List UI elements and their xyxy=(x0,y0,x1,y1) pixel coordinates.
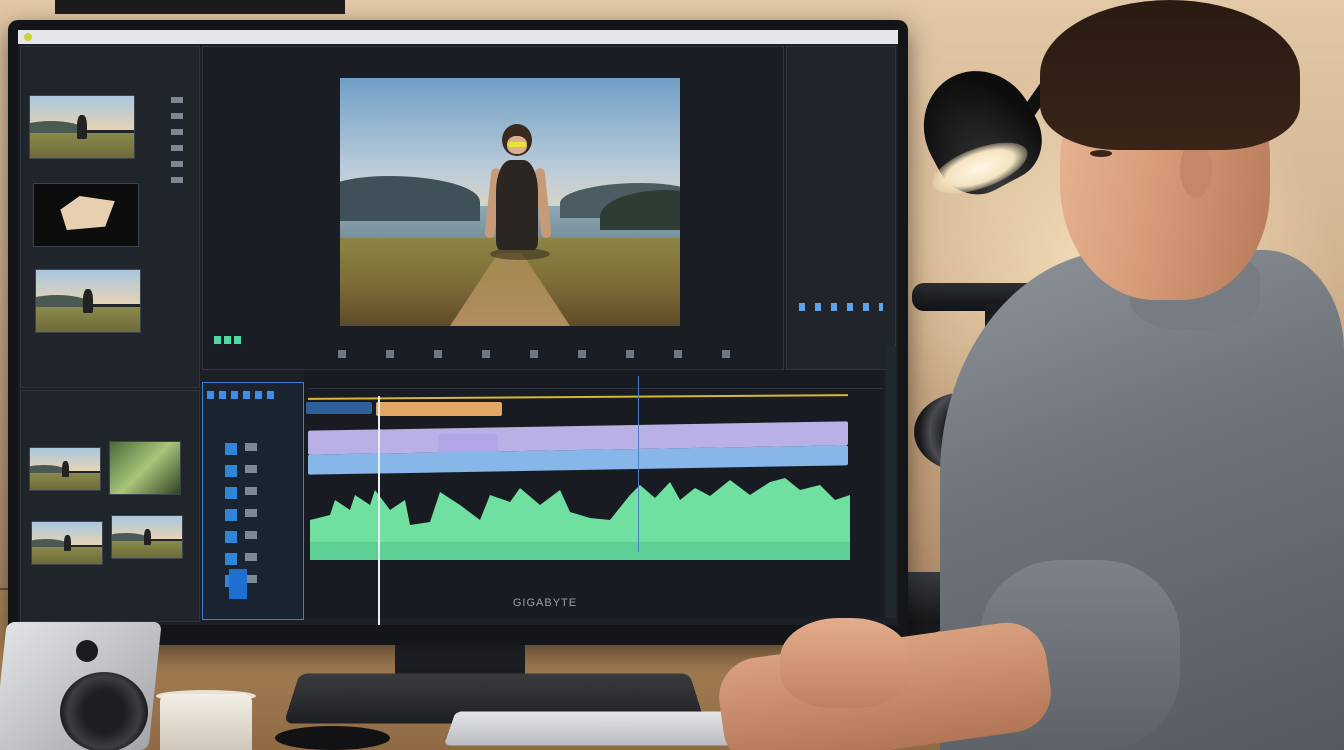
audio-waveform[interactable] xyxy=(310,460,850,560)
media-thumbnail[interactable] xyxy=(33,183,139,247)
project-thumbnail[interactable] xyxy=(109,441,181,495)
monitor-brand-label: GIGABYTE xyxy=(512,597,578,609)
project-panel xyxy=(20,390,200,622)
timeline-marker[interactable] xyxy=(638,376,639,552)
person-eye xyxy=(1090,150,1112,157)
preview-figure-glasses xyxy=(508,142,526,147)
project-thumbnail[interactable] xyxy=(111,515,183,559)
effects-panel xyxy=(786,46,896,370)
selected-track-block[interactable] xyxy=(229,569,247,599)
waveform-base xyxy=(310,542,850,560)
playhead[interactable] xyxy=(378,396,380,625)
media-bin-panel xyxy=(20,46,200,388)
person-hair xyxy=(1040,0,1300,150)
window-titlebar xyxy=(18,30,898,44)
project-thumbnail[interactable] xyxy=(31,521,103,565)
video-editor-screen xyxy=(18,30,898,625)
transport-controls[interactable] xyxy=(338,350,758,358)
track-headers-panel xyxy=(202,382,304,620)
caption-banner xyxy=(55,0,345,14)
window-control-icon[interactable] xyxy=(24,33,32,41)
monitor-stand-neck xyxy=(395,640,525,678)
track-label xyxy=(306,402,372,414)
preview-figure-body xyxy=(496,160,538,250)
room-scene: GIGABYTE xyxy=(0,0,1344,750)
title-clip[interactable] xyxy=(376,402,502,416)
track-header-icons[interactable] xyxy=(207,391,277,399)
speaker-tweeter xyxy=(76,640,98,662)
coffee-cup xyxy=(160,694,252,750)
project-thumbnail[interactable] xyxy=(29,447,101,491)
timeline-ruler[interactable] xyxy=(308,374,882,389)
video-preview-frame[interactable] xyxy=(340,78,680,326)
speaker-cone xyxy=(60,672,148,750)
coaster xyxy=(275,726,390,750)
media-thumbnail[interactable] xyxy=(29,95,135,159)
clip-icons-column[interactable] xyxy=(171,97,183,187)
media-thumbnail[interactable] xyxy=(35,269,141,333)
timeline-scrollbar[interactable] xyxy=(886,346,896,618)
panel-tool-icons[interactable] xyxy=(799,303,883,311)
person-hand xyxy=(780,618,910,708)
playback-status-indicator xyxy=(214,336,244,344)
